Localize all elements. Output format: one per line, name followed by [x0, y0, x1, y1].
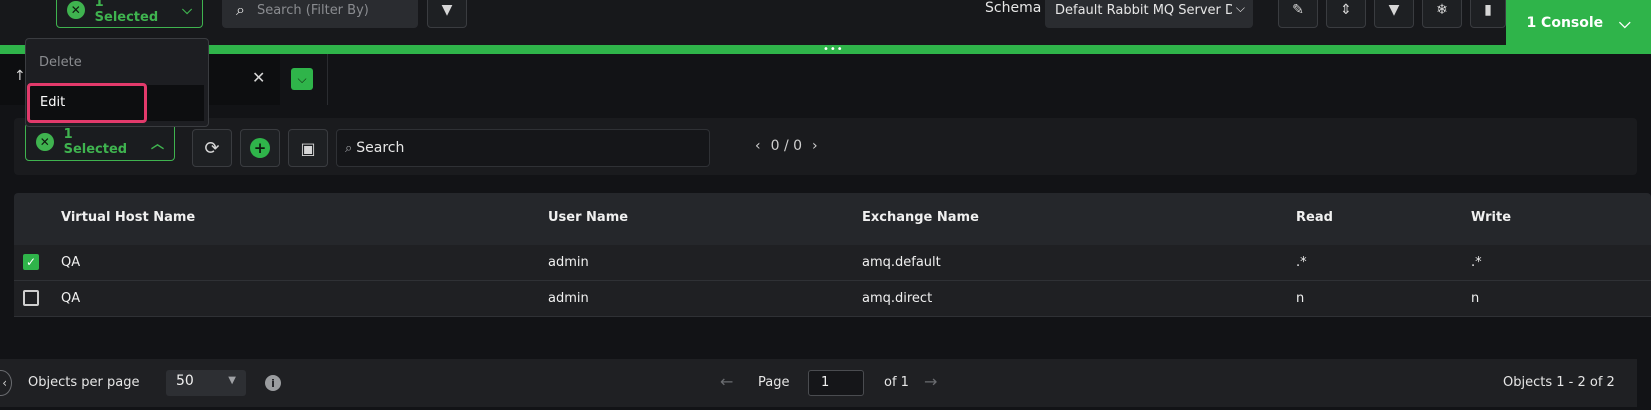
close-icon[interactable]: ✕: [252, 68, 265, 87]
table-cell: admin: [548, 255, 589, 270]
table-cell: QA: [61, 255, 81, 270]
selected-button[interactable]: ✕ 1 Selected ︿: [25, 123, 175, 161]
objects-per-page-label: Objects per page: [28, 375, 140, 390]
tab-menu[interactable]: ⌵: [281, 54, 328, 105]
prev-page-icon[interactable]: ←: [720, 372, 733, 391]
table-search-input[interactable]: ⌕ Search: [336, 129, 710, 167]
console-button[interactable]: 1 Console ⌵: [1506, 0, 1651, 45]
top-toolbar: ✕ 1 Selected ⌵ ⌕ Search (Filter By) ▼ Sc…: [0, 0, 1651, 45]
refresh-button[interactable]: ⟳: [192, 129, 232, 167]
clear-selection-icon[interactable]: ✕: [67, 1, 85, 19]
add-icon: +: [250, 138, 270, 158]
table-cell: .*: [1296, 255, 1307, 270]
bar-chart-icon: ▮: [1484, 2, 1492, 18]
schema-select[interactable]: Default Rabbit MQ Server Dir ⌵: [1045, 0, 1253, 28]
table-cell: QA: [61, 291, 81, 306]
top-selected-label: 1 Selected: [94, 0, 159, 25]
table-cell: amq.default: [862, 255, 941, 270]
chevron-right-icon[interactable]: ›: [812, 138, 818, 154]
column-header[interactable]: Read: [1296, 210, 1333, 225]
page-total: of 1: [884, 375, 909, 390]
arrow-up-icon: ↑: [14, 68, 26, 84]
schema-value: Default Rabbit MQ Server Dir: [1055, 2, 1245, 18]
chevron-down-icon: ⌵: [1231, 1, 1245, 16]
console-label: 1 Console: [1526, 14, 1604, 31]
tab-bar: ↑ ✕ ⌵: [0, 54, 1651, 105]
search-icon: ⌕: [236, 0, 245, 19]
column-header[interactable]: User Name: [548, 210, 628, 225]
edit-highlight-box: [27, 83, 147, 123]
info-icon[interactable]: i: [265, 375, 281, 391]
top-filter-button[interactable]: ▼: [427, 0, 467, 28]
chart-button[interactable]: ▮: [1470, 0, 1506, 28]
page-label: Page: [758, 375, 790, 390]
save-button[interactable]: ▣: [288, 129, 328, 167]
freeze-button[interactable]: ❄: [1422, 0, 1462, 28]
chevron-up-icon: ︿: [150, 136, 164, 152]
drag-handle-icon[interactable]: •••: [823, 45, 844, 55]
table-cell: amq.direct: [862, 291, 933, 306]
search-result-nav: ‹ 0 / 0 ›: [755, 138, 818, 154]
menu-item-delete: Delete: [39, 55, 82, 70]
table-row[interactable]: ✓ QA admin amq.default .* .*: [14, 245, 1651, 281]
objects-per-page-select[interactable]: 50 ▼: [166, 370, 246, 396]
refresh-icon: ⟳: [204, 137, 220, 159]
column-header[interactable]: Exchange Name: [862, 210, 979, 225]
sort-button[interactable]: ⇕: [1326, 0, 1366, 28]
table-header: Virtual Host Name User Name Exchange Nam…: [14, 193, 1651, 245]
app-root: ✕ 1 Selected ⌵ ⌕ Search (Filter By) ▼ Sc…: [0, 0, 1651, 410]
table-row[interactable]: QA admin amq.direct n n: [14, 281, 1651, 317]
filter-icon: ▼: [441, 2, 453, 18]
column-header[interactable]: Virtual Host Name: [61, 210, 195, 225]
save-icon: ▣: [300, 138, 316, 158]
chevron-down-icon: ⌵: [182, 2, 192, 18]
objects-summary: Objects 1 - 2 of 2: [1503, 375, 1615, 390]
clear-selection-icon[interactable]: ✕: [36, 133, 54, 151]
filter-search-placeholder: Search (Filter By): [256, 2, 369, 18]
search-icon: ⌕: [345, 140, 353, 156]
sort-icon: ⇕: [1340, 2, 1352, 18]
chevron-down-icon: ⌵: [1619, 13, 1631, 32]
data-table: Virtual Host Name User Name Exchange Nam…: [14, 193, 1651, 317]
chevron-down-icon[interactable]: ⌵: [291, 68, 313, 90]
objects-per-page-value: 50: [176, 373, 194, 389]
filter-button[interactable]: ▼: [1374, 0, 1414, 28]
table-cell: .*: [1471, 255, 1482, 270]
filter-search-input[interactable]: ⌕ Search (Filter By): [222, 0, 418, 28]
filter-icon: ▼: [1388, 2, 1400, 18]
edit-document-button[interactable]: ✎: [1278, 0, 1318, 28]
page-number-input[interactable]: 1: [808, 370, 864, 396]
row-checkbox[interactable]: [23, 290, 39, 306]
caret-down-icon: ▼: [228, 375, 236, 386]
row-checkbox[interactable]: ✓: [23, 254, 39, 270]
table-cell: n: [1471, 291, 1480, 306]
top-selected-button[interactable]: ✕ 1 Selected ⌵: [56, 0, 203, 28]
table-cell: n: [1296, 291, 1305, 306]
table-toolbar: ✕ 1 Selected ︿ ⟳ + ▣ ⌕ Search ‹ 0 / 0 ›: [14, 118, 1637, 175]
search-result-count: 0 / 0: [770, 138, 803, 154]
snowflake-icon: ❄: [1436, 2, 1448, 18]
pagination-footer: Objects per page 50 ▼ i ← Page 1 of 1 → …: [0, 359, 1637, 407]
table-cell: admin: [548, 291, 589, 306]
edit-document-icon: ✎: [1292, 2, 1304, 18]
add-button[interactable]: +: [240, 129, 280, 167]
next-page-icon[interactable]: →: [924, 372, 937, 391]
selected-label: 1 Selected: [63, 127, 128, 157]
table-search-placeholder: Search: [356, 140, 405, 156]
schema-label: Schema: [985, 0, 1042, 16]
column-header[interactable]: Write: [1471, 210, 1511, 225]
chevron-left-icon[interactable]: ‹: [755, 138, 761, 154]
